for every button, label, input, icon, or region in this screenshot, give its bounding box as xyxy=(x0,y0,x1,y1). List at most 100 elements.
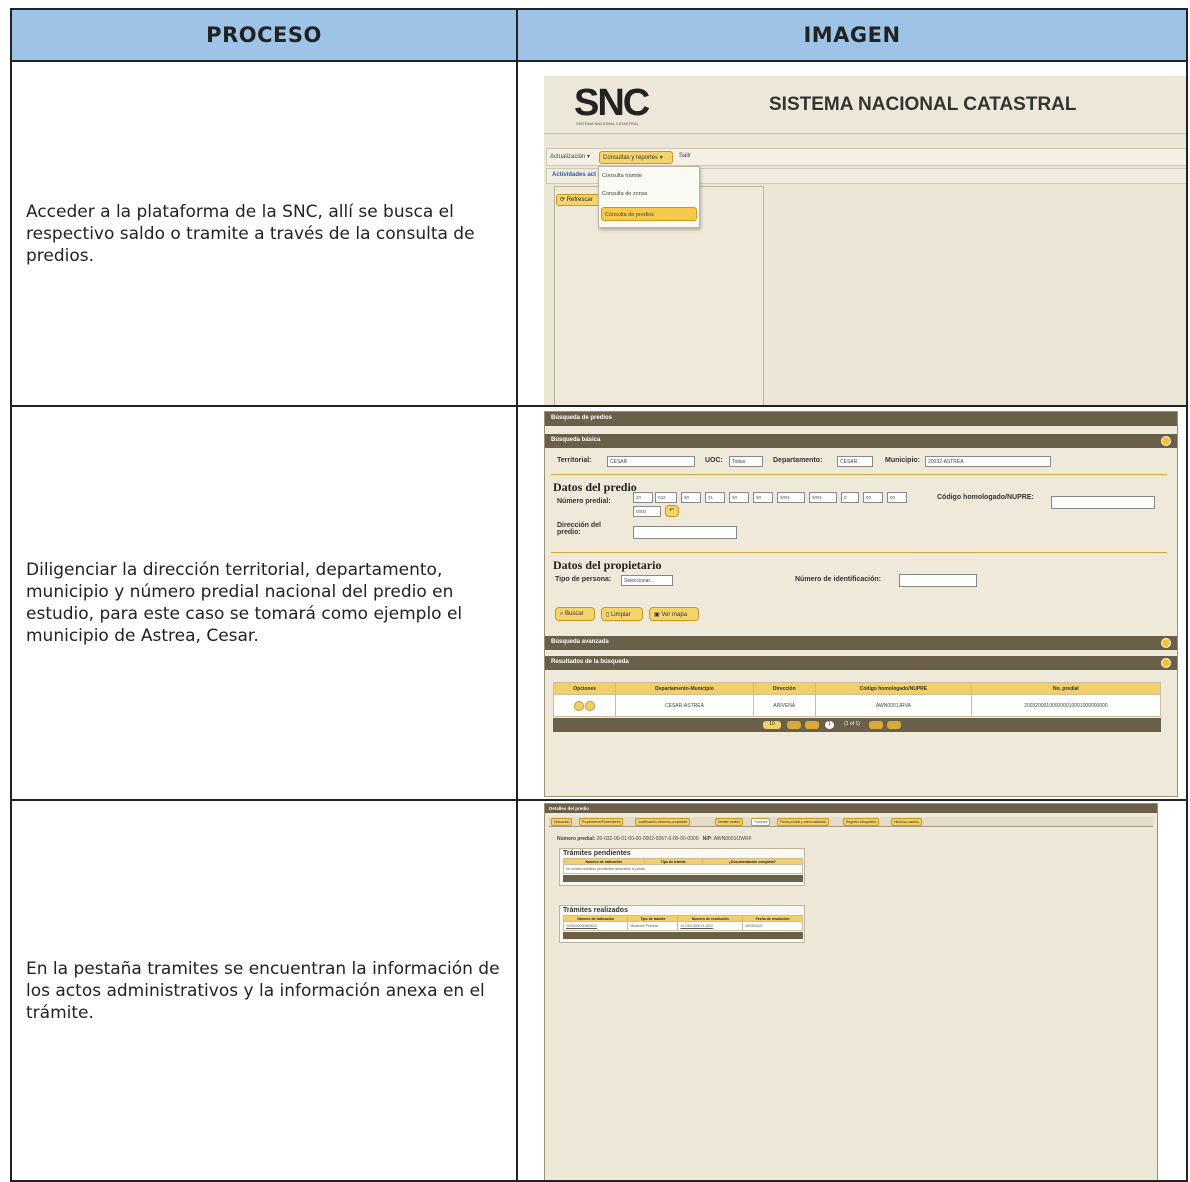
tab-ubicacion[interactable]: Ubicación xyxy=(551,818,573,826)
dropdown-consulta-zonas[interactable]: Consulta de zonas xyxy=(599,187,699,201)
tramites-pendientes-card: Trámites pendientes Número de radicación… xyxy=(559,848,805,886)
territorial-select[interactable]: CESAR xyxy=(607,456,695,467)
nip-value: AWN0001OWRF xyxy=(713,836,752,842)
np-field[interactable]: 01 xyxy=(705,492,725,503)
resultados-bar: Resultados de la búsqueda xyxy=(545,656,1177,670)
identificacion-input[interactable] xyxy=(899,574,977,587)
avanzada-bar[interactable]: Búsqueda avanzada xyxy=(545,636,1177,650)
direccion-input[interactable] xyxy=(633,526,737,539)
undo-icon[interactable]: ↶ xyxy=(665,505,679,517)
np-field[interactable]: 00 xyxy=(863,492,883,503)
tab-historico-avaluo[interactable]: Histórico avalúo xyxy=(891,818,922,826)
np-field[interactable]: 0001 xyxy=(777,492,805,503)
territorial-label: Territorial: xyxy=(557,457,592,464)
radicacion-link[interactable]: 2003200000063022 xyxy=(562,921,629,931)
np-field[interactable]: 20 xyxy=(633,492,653,503)
tipo-persona-select[interactable]: Seleccionar... xyxy=(621,575,673,586)
row-2-text: Diligenciar la dirección territorial, de… xyxy=(10,405,518,801)
empty-message: No existen trámites pendientes asociados… xyxy=(563,864,803,874)
menu-bar: Actualización ▾ Consultas y reportes ▾ S… xyxy=(546,148,1185,166)
menu-actualizacion[interactable]: Actualización ▾ xyxy=(550,153,590,160)
cell: Mutación Primera xyxy=(627,921,679,931)
next-page-button[interactable] xyxy=(869,721,883,729)
view-icon[interactable] xyxy=(573,700,584,711)
tab-registro-fotografico[interactable]: Registro fotográfico xyxy=(843,818,880,826)
numero-predial-label: Número predial: xyxy=(557,498,611,505)
tramites-realizados-card: Trámites realizados Número de radicación… xyxy=(559,905,805,943)
resultados-title: Resultados de la búsqueda xyxy=(551,659,629,665)
current-page[interactable]: 1 xyxy=(825,721,834,729)
page-size-select[interactable]: 10 xyxy=(763,721,781,729)
collapse-icon[interactable] xyxy=(1161,658,1171,668)
np-field[interactable]: 00 xyxy=(753,492,773,503)
uoc-select[interactable]: Todas xyxy=(729,456,763,467)
table-row: 2003200000063022 Mutación Primera 20-032… xyxy=(562,921,803,931)
tab-propietarios[interactable]: Propietarios/Poseedores xyxy=(579,818,624,826)
snc-logo: SNC xyxy=(574,82,650,124)
row-1-image: SNC SISTEMA NACIONAL CATASTRAL SISTEMA N… xyxy=(516,60,1188,407)
realizados-title: Trámites realizados xyxy=(563,907,628,914)
detalles-title: Detalles del predio xyxy=(549,806,590,811)
np-field[interactable]: 032 xyxy=(655,492,677,503)
tab-ficha-predial[interactable]: Ficha predial y carta catastral xyxy=(777,818,829,826)
direccion-label: Dirección del predio: xyxy=(557,522,601,536)
dropdown-consulta-predios[interactable]: Consulta de predios xyxy=(601,207,697,221)
expand-icon[interactable] xyxy=(1161,638,1171,648)
codigo-input[interactable] xyxy=(1051,496,1155,509)
page-count: (1 of 1) xyxy=(844,721,860,727)
cell: 18/05/2022 xyxy=(742,921,803,931)
row-2-image: Búsqueda de predios Búsqueda básica Terr… xyxy=(516,405,1188,801)
datos-propietario-heading: Datos del propietario xyxy=(553,558,662,572)
np-field[interactable]: 0001 xyxy=(809,492,837,503)
menu-consultas[interactable]: Consultas y reportes ▾ xyxy=(599,151,673,164)
numero-predial-label: Número predial: xyxy=(557,836,596,842)
resolucion-link[interactable]: 20-032-000013-2022 xyxy=(677,921,744,931)
buscar-button[interactable]: ⌕ Buscar xyxy=(555,607,595,621)
tab-justificacion[interactable]: Justificación derecho propiedad xyxy=(635,818,691,826)
np-field[interactable]: 00 xyxy=(887,492,907,503)
pager: 10 1 (1 of 1) xyxy=(553,718,1161,732)
header-proceso: PROCESO xyxy=(10,8,518,62)
codigo-label: Código homologado/NUPRE: xyxy=(937,494,1034,501)
dropdown-consulta-tramite[interactable]: Consulta trámite xyxy=(599,169,699,183)
pendientes-title: Trámites pendientes xyxy=(563,850,631,857)
ver-mapa-button[interactable]: ▣ Ver mapa xyxy=(649,607,699,621)
header-imagen: IMAGEN xyxy=(516,8,1188,62)
consultas-dropdown: Consulta trámite Consulta de zonas Consu… xyxy=(598,166,700,228)
table-row: CESAR-ASTREA ARIVENA AWN0001JRVA 2003200… xyxy=(552,694,1162,717)
first-page-button[interactable] xyxy=(787,721,801,729)
prev-page-button[interactable] xyxy=(805,721,819,729)
menu-salir[interactable]: Salir xyxy=(679,153,691,159)
np-field[interactable]: 00 xyxy=(729,492,749,503)
numero-predial-line: Número predial: 20-032-00-01-00-00-0002-… xyxy=(557,836,752,842)
process-table: PROCESO IMAGEN Acceder a la plataforma d… xyxy=(10,8,1188,1182)
cell: ARIVENA xyxy=(752,694,816,717)
col-header: Opciones xyxy=(552,682,617,695)
uoc-label: UOC: xyxy=(705,457,723,464)
col-header: Dirección xyxy=(752,682,816,695)
tab-detalle-avaluo[interactable]: Detalle avalúo xyxy=(715,818,744,826)
pendientes-pager xyxy=(563,875,803,882)
np-field[interactable]: 0000 xyxy=(633,506,661,517)
np-field[interactable]: 00 xyxy=(681,492,701,503)
row-3-image: Detalles del predio Ubicación Propietari… xyxy=(516,799,1188,1182)
tab-tramites[interactable]: Trámites xyxy=(751,818,771,826)
last-page-button[interactable] xyxy=(887,721,901,729)
limpiar-button[interactable]: ▯ Limpiar xyxy=(601,607,643,621)
basica-title: Búsqueda básica xyxy=(551,437,601,443)
datos-predio-heading: Datos del predio xyxy=(553,480,637,494)
identificacion-label: Número de identificación: xyxy=(795,576,881,583)
snc-screenshot: SNC SISTEMA NACIONAL CATASTRAL SISTEMA N… xyxy=(544,76,1185,404)
cell: AWN0001JRVA xyxy=(814,694,972,717)
realizados-pager xyxy=(563,932,803,939)
limpiar-label: Limpiar xyxy=(610,612,631,618)
ver-mapa-label: Ver mapa xyxy=(661,612,688,618)
detail-icon[interactable] xyxy=(584,700,595,711)
municipio-select[interactable]: 20032-ASTREA xyxy=(925,456,1051,467)
tab-actividades[interactable]: Actividades act xyxy=(552,172,596,178)
detalles-title-bar: Detalles del predio xyxy=(545,804,1157,813)
collapse-icon[interactable] xyxy=(1161,436,1171,446)
departamento-select[interactable]: CESAR xyxy=(837,456,873,467)
options-cell xyxy=(552,694,617,717)
np-field[interactable]: 0 xyxy=(841,492,859,503)
